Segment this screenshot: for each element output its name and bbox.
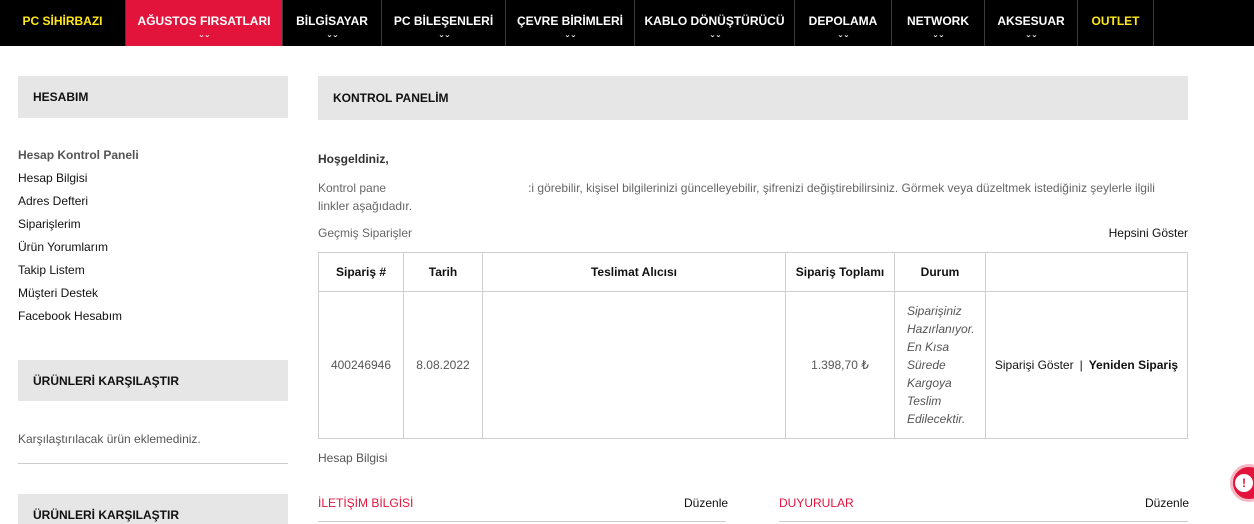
- order-status: Siparişiniz Hazırlanıyor. En Kısa Sürede Kar…: [894, 291, 986, 439]
- header-total: Sipariş Toplamı: [785, 252, 895, 292]
- announcements-title: DUYURULAR: [779, 496, 854, 510]
- chevron-down-icon: ⌄⌄: [708, 32, 722, 39]
- nav-item-label: DEPOLAMA: [808, 14, 878, 28]
- header-status: Durum: [894, 252, 986, 292]
- intro-text: Kontrol pane:i görebilir, kişisel bilgil…: [318, 179, 1178, 215]
- nav-item-4[interactable]: ÇEVRE BİRİMLERİ ⌄⌄: [506, 0, 635, 46]
- nav-item-3[interactable]: PC BİLEŞENLERİ ⌄⌄: [382, 0, 506, 46]
- order-date: 8.08.2022: [403, 291, 483, 439]
- top-navigation: PC SİHİRBAZI AĞUSTOS FIRSATLARI ⌄⌄ BİLGİSAY…: [0, 0, 1254, 46]
- account-title: HESABIM: [18, 76, 288, 118]
- nav-item-label: PC BİLEŞENLERİ: [393, 14, 494, 28]
- sidebar-link[interactable]: Takip Listem: [18, 262, 139, 285]
- announcements-edit-link[interactable]: Düzenle: [1145, 496, 1189, 510]
- show-order-link[interactable]: Siparişi Göster: [995, 358, 1074, 372]
- nav-item-7[interactable]: NETWORK ⌄⌄: [892, 0, 985, 46]
- welcome-text: Hoşgeldiniz,: [318, 152, 389, 166]
- chat-icon: !: [1235, 474, 1253, 492]
- nav-item-1[interactable]: AĞUSTOS FIRSATLARI ⌄⌄: [126, 0, 283, 46]
- nav-item-8[interactable]: AKSESUAR ⌄⌄: [985, 0, 1078, 46]
- nav-item-6[interactable]: DEPOLAMA ⌄⌄: [795, 0, 892, 46]
- chevron-down-icon: ⌄⌄: [326, 32, 339, 39]
- header-actions: [985, 252, 1188, 292]
- status-line: Sürede: [907, 358, 946, 372]
- sidebar-divider: [18, 463, 288, 464]
- sidebar-link[interactable]: Siparişlerim: [18, 216, 139, 239]
- intro-start: Kontrol pane: [318, 181, 387, 195]
- nav-item-label: ÇEVRE BİRİMLERİ: [516, 14, 623, 28]
- nav-item-5[interactable]: KABLO DÖNÜŞTÜRÜCÜ ⌄⌄: [635, 0, 795, 46]
- contact-info-title: İLETİŞİM BİLGİSİ: [318, 496, 414, 510]
- header-recipient: Teslimat Alıcısı: [482, 252, 786, 292]
- sidebar-link[interactable]: Hesap Kontrol Paneli: [18, 147, 139, 170]
- nav-item-label: KABLO DÖNÜŞTÜRÜCÜ: [644, 14, 785, 28]
- nav-item-label: AĞUSTOS FIRSATLARI: [137, 14, 271, 28]
- nav-item-label: OUTLET: [1091, 14, 1140, 28]
- order-recipient: [482, 291, 786, 439]
- sidebar-link[interactable]: Ürün Yorumlarım: [18, 239, 139, 262]
- order-total: 1.398,70 ₺: [785, 291, 895, 439]
- order-number: 400246946: [318, 291, 404, 439]
- nav-item-label: BİLGİSAYAR: [296, 14, 368, 28]
- nav-item-label: NETWORK: [907, 14, 969, 28]
- order-actions: Siparişi Göster | Yeniden Sipariş: [985, 291, 1188, 439]
- compare-empty-text: Karşılaştırılacak ürün eklemediniz.: [18, 432, 201, 446]
- account-menu: Hesap Kontrol Paneli Hesap Bilgisi Adres D…: [18, 147, 139, 331]
- chevron-down-icon: ⌄⌄: [437, 32, 451, 39]
- announcements-divider: [779, 521, 1188, 522]
- header-order-no: Sipariş #: [318, 252, 404, 292]
- sidebar-link[interactable]: Adres Defteri: [18, 193, 139, 216]
- nav-item-9[interactable]: OUTLET: [1078, 0, 1154, 46]
- nav-item-label: AKSESUAR: [997, 14, 1065, 28]
- sidebar-link[interactable]: Hesap Bilgisi: [18, 170, 139, 193]
- account-info-label: Hesap Bilgisi: [318, 451, 388, 465]
- chevron-down-icon: ⌄⌄: [837, 32, 850, 39]
- chat-button[interactable]: !: [1230, 464, 1254, 502]
- status-line: Siparişiniz: [907, 304, 962, 318]
- chevron-down-icon: ⌄⌄: [932, 32, 945, 39]
- chevron-down-icon: ⌄⌄: [1025, 32, 1038, 39]
- page-title: KONTROL PANELİM: [318, 76, 1188, 120]
- table-row: 400246946 8.08.2022 1.398,70 ₺ Siparişin…: [318, 291, 1188, 439]
- sidebar-link[interactable]: Müşteri Destek: [18, 285, 139, 308]
- status-line: Hazırlanıyor.: [907, 322, 975, 336]
- status-line: Kargoya: [907, 376, 952, 390]
- chevron-down-icon: ⌄⌄: [198, 32, 211, 39]
- contact-divider: [318, 521, 726, 522]
- chevron-down-icon: ⌄⌄: [564, 32, 577, 39]
- nav-item-0[interactable]: PC SİHİRBAZI: [0, 0, 126, 46]
- reorder-link[interactable]: Yeniden Sipariş: [1089, 358, 1178, 372]
- orders-table: Sipariş # Tarih Teslimat Alıcısı Sipariş…: [318, 252, 1188, 439]
- sidebar-link[interactable]: Facebook Hesabım: [18, 308, 139, 331]
- nav-item-label: PC SİHİRBAZI: [22, 14, 103, 28]
- action-separator: |: [1079, 358, 1083, 372]
- intro-end: :i görebilir, kişisel bilgilerinizi günc…: [318, 181, 1155, 213]
- status-line: Edilecektir.: [907, 412, 966, 426]
- orders-header-row: Sipariş # Tarih Teslimat Alıcısı Sipariş…: [318, 252, 1188, 292]
- status-line: En Kısa: [907, 340, 950, 354]
- nav-item-2[interactable]: BİLGİSAYAR ⌄⌄: [283, 0, 382, 46]
- header-date: Tarih: [403, 252, 483, 292]
- contact-edit-link[interactable]: Düzenle: [684, 496, 728, 510]
- compare-title: ÜRÜNLERİ KARŞILAŞTIR: [18, 360, 288, 401]
- show-all-link[interactable]: Hepsini Göster: [1109, 226, 1188, 240]
- past-orders-label: Geçmiş Siparişler: [318, 226, 413, 240]
- compare-title-second: ÜRÜNLERİ KARŞILAŞTIR: [18, 494, 288, 524]
- status-line: Teslim: [907, 394, 942, 408]
